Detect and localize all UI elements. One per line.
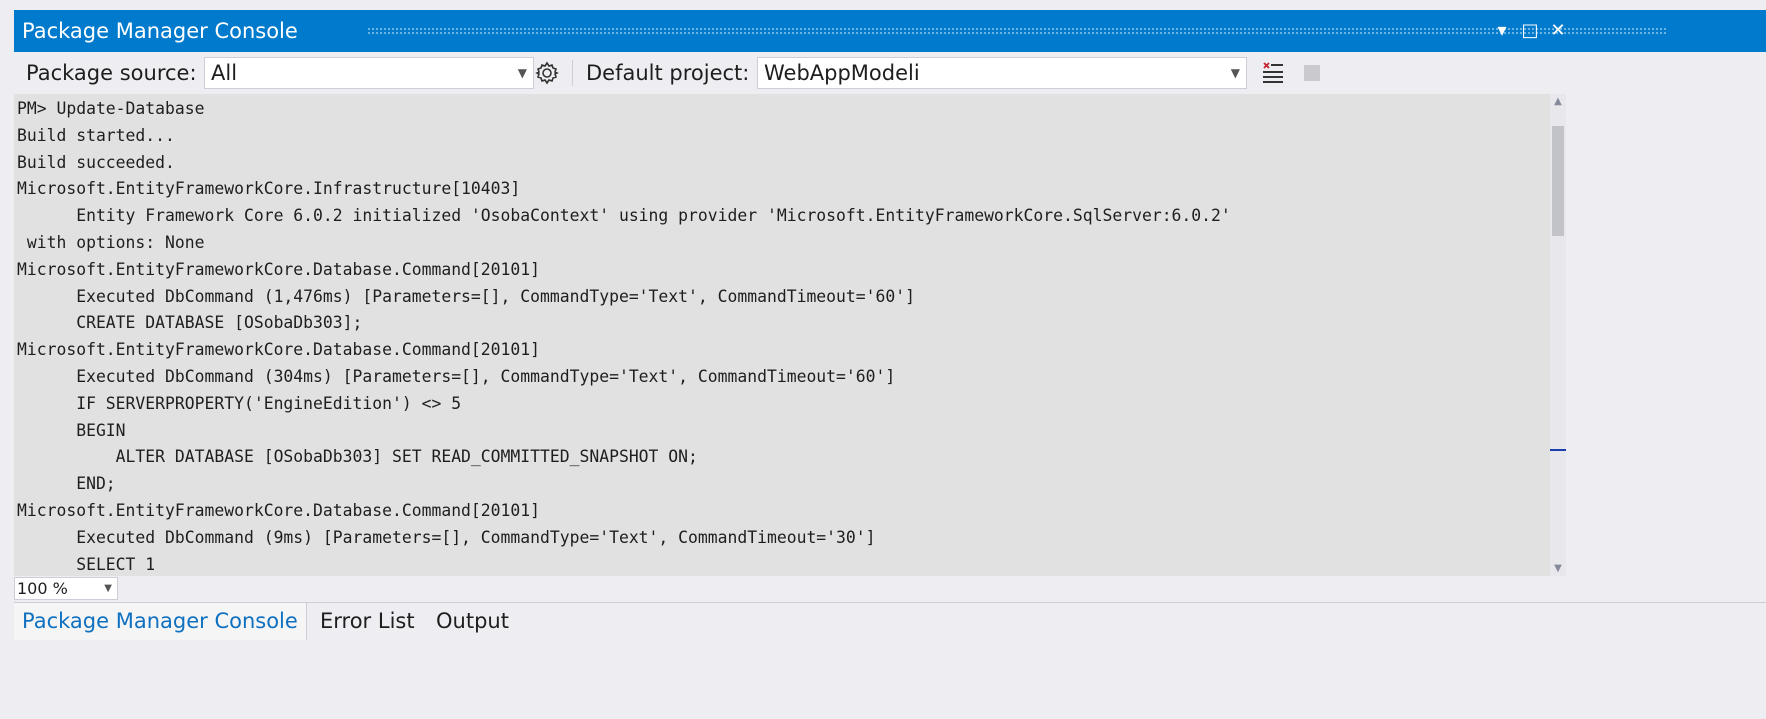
console-line: with options: None <box>17 232 205 252</box>
package-source-value: All <box>211 61 238 85</box>
default-project-label: Default project: <box>586 61 750 85</box>
tab-error-list[interactable]: Error List <box>312 603 423 640</box>
console-line: IF SERVERPROPERTY('EngineEdition') <> 5 <box>17 393 462 413</box>
zoom-bar: 100 % ▼ <box>14 576 1766 602</box>
console-line: Microsoft.EntityFrameworkCore.Database.C… <box>17 340 541 360</box>
console-line: BEGIN <box>17 420 126 440</box>
console-line: Executed DbCommand (9ms) [Parameters=[],… <box>17 527 876 547</box>
console-toolbar: Package source: All ▼ Default project: W… <box>14 52 1766 94</box>
tab-package-manager-console[interactable]: Package Manager Console <box>14 603 307 640</box>
console-line: Microsoft.EntityFrameworkCore.Infrastruc… <box>17 179 521 199</box>
scroll-down-icon[interactable]: ▼ <box>1550 563 1566 574</box>
console-line: Executed DbCommand (1,476ms) [Parameters… <box>17 286 915 306</box>
default-project-dropdown[interactable]: WebAppModeli ▼ <box>757 57 1247 89</box>
console-output[interactable]: PM> Update-Database Build started... Bui… <box>14 94 1550 576</box>
default-project-value: WebAppModeli <box>764 61 920 85</box>
scrollbar-thumb[interactable] <box>1552 126 1564 236</box>
package-source-label: Package source: <box>26 61 197 85</box>
scroll-up-icon[interactable]: ▲ <box>1550 96 1566 107</box>
clear-console-icon[interactable] <box>1260 60 1286 86</box>
tab-output[interactable]: Output <box>428 603 517 640</box>
dropdown-arrow-icon: ▼ <box>1230 66 1240 80</box>
console-text: PM> Update-Database Build started... Bui… <box>14 94 1550 576</box>
zoom-dropdown[interactable]: 100 % ▼ <box>14 577 118 600</box>
dropdown-arrow-icon: ▼ <box>517 66 527 80</box>
window-dropdown-icon[interactable]: ▾ <box>1488 10 1516 52</box>
window-title: Package Manager Console <box>22 19 298 43</box>
console-line: Microsoft.EntityFrameworkCore.Database.C… <box>17 500 541 520</box>
stop-icon[interactable] <box>1304 65 1320 81</box>
console-line: Executed DbCommand (304ms) [Parameters=[… <box>17 366 896 386</box>
console-line: END; <box>17 474 116 494</box>
package-source-dropdown[interactable]: All ▼ <box>204 57 534 89</box>
console-line: PM> Update-Database <box>17 99 205 118</box>
toolbar-separator <box>572 60 573 86</box>
vertical-scrollbar[interactable]: ▲ ▼ <box>1550 94 1566 576</box>
console-line: Microsoft.EntityFrameworkCore.Database.C… <box>17 259 541 279</box>
settings-gear-icon[interactable] <box>532 58 562 88</box>
close-icon[interactable]: ✕ <box>1544 10 1572 52</box>
console-line: ALTER DATABASE [OSobaDb303] SET READ_COM… <box>17 447 698 467</box>
console-line: CREATE DATABASE [OSobaDb303]; <box>17 313 363 333</box>
bottom-tab-strip: Package Manager Console Error List Outpu… <box>14 602 1766 641</box>
title-bar-grip[interactable] <box>367 27 1666 35</box>
zoom-value: 100 % <box>17 579 68 598</box>
console-line: Entity Framework Core 6.0.2 initialized … <box>17 206 1231 226</box>
console-line: Build started... <box>17 125 175 145</box>
maximize-icon[interactable]: □ <box>1516 10 1544 52</box>
tool-window-title-bar[interactable]: Package Manager Console ▾ □ ✕ <box>14 10 1766 52</box>
console-line: Build succeeded. <box>17 152 175 172</box>
dropdown-arrow-icon: ▼ <box>104 583 112 594</box>
console-line: SELECT 1 <box>17 554 156 574</box>
toolbar-separator <box>1246 60 1247 86</box>
scrollbar-caret-marker <box>1550 449 1566 451</box>
